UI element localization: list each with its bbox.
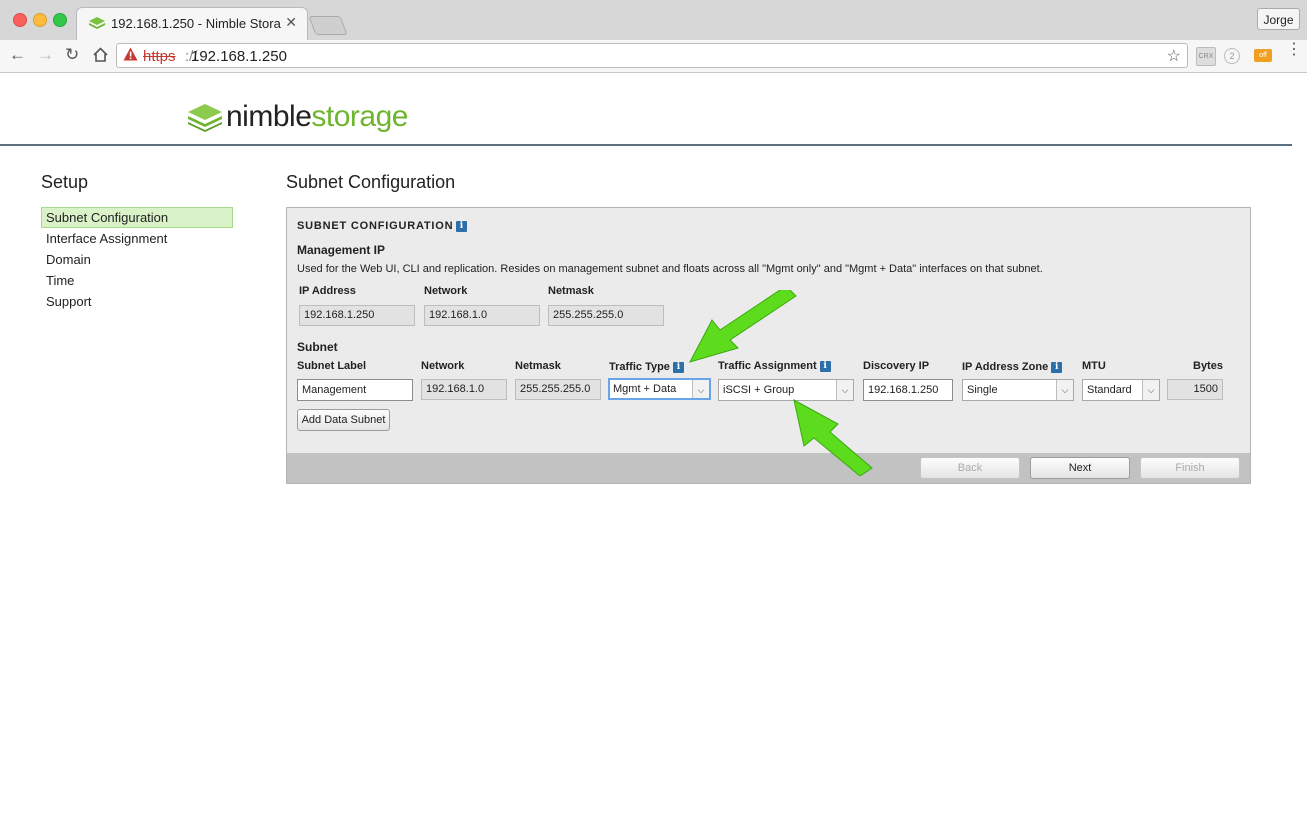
logo-layers-icon [188,104,222,132]
zoom-window-button[interactable] [53,13,67,27]
wizard-footer: Back Next Finish [287,453,1250,483]
bytes-header: Bytes [1193,360,1223,372]
subnet-label-input[interactable] [297,379,413,401]
sidebar-item-time[interactable]: Time [41,270,233,291]
chevron-down-icon: ⌵ [1056,380,1073,400]
management-ip-heading: Management IP [297,243,386,257]
browser-tab[interactable]: 192.168.1.250 - Nimble Stora ✕ [76,7,308,40]
reload-icon[interactable]: ↻ [65,46,79,64]
mtu-header: MTU [1082,360,1106,372]
brand-storage: storage [311,100,408,133]
sidebar-item-subnet-configuration[interactable]: Subnet Configuration [41,207,233,228]
sidebar-nav: Subnet Configuration Interface Assignmen… [41,207,233,312]
ip-address-zone-select[interactable]: Single ⌵ [962,379,1074,401]
sidebar-title: Setup [41,172,89,192]
chevron-down-icon: ⌵ [692,380,709,398]
add-data-subnet-button[interactable]: Add Data Subnet [297,409,390,431]
minimize-window-button[interactable] [33,13,47,27]
subnet-heading: Subnet [297,340,338,354]
discovery-ip-header: Discovery IP [863,360,930,372]
zone-info-icon[interactable]: i [1051,362,1063,373]
annotation-arrow-traffic-assignment-icon [793,399,873,476]
next-button[interactable]: Next [1030,457,1130,479]
annotation-arrow-traffic-type-icon [689,290,797,363]
ip-address-zone-header: IP Address Zone i [962,361,1063,373]
management-ip-description: Used for the Web UI, CLI and replication… [297,263,1043,275]
browser-tab-bar: 192.168.1.250 - Nimble Stora ✕ Jorge [0,0,1307,41]
panel-heading: SUBNET CONFIGURATION i [297,220,468,232]
sidebar-item-domain[interactable]: Domain [41,249,233,270]
close-window-button[interactable] [13,13,27,27]
subnet-label-header: Subnet Label [297,360,367,372]
sidebar-item-interface-assignment[interactable]: Interface Assignment [41,228,233,249]
chevron-down-icon: ⌵ [1142,380,1159,400]
header-divider [0,144,1292,146]
new-tab-button[interactable] [308,16,348,35]
ip-address-header: IP Address [299,285,356,297]
nimble-favicon-icon [89,17,105,36]
traffic-assignment-info-icon[interactable]: i [819,361,831,372]
url-scheme: https [143,48,176,65]
extension-2-icon[interactable]: 2 [1224,48,1240,64]
mtu-select[interactable]: Standard ⌵ [1082,379,1160,401]
traffic-type-select[interactable]: Mgmt + Data ⌵ [608,378,711,400]
off-extension-icon[interactable]: off [1254,49,1272,62]
forward-arrow-icon[interactable]: → [37,46,54,64]
crx-extension-icon[interactable]: CRX [1196,47,1216,66]
mtu-bytes-field: 1500 [1167,379,1223,400]
info-icon[interactable]: i [456,221,468,232]
browser-toolbar: ← → ↻ https :// 192.168.1.250 ☆ CRX 2 of… [0,40,1307,73]
back-button[interactable]: Back [920,457,1020,479]
warning-icon [123,47,138,66]
subnet-netmask-header: Netmask [515,360,561,372]
tab-title: 192.168.1.250 - Nimble Stora [111,16,281,31]
sidebar-item-support[interactable]: Support [41,291,233,312]
profile-button[interactable]: Jorge [1257,8,1300,30]
finish-button[interactable]: Finish [1140,457,1240,479]
tab-close-icon[interactable]: ✕ [285,14,297,31]
subnet-network-header: Network [421,360,465,372]
page-title: Subnet Configuration [286,172,456,192]
mgmt-netmask-field: 255.255.255.0 [548,305,664,326]
address-bar[interactable]: https :// 192.168.1.250 ☆ [116,43,1188,68]
home-icon[interactable] [92,46,109,67]
traffic-type-header: Traffic Type i [609,361,684,373]
back-arrow-icon[interactable]: ← [9,46,26,64]
bookmark-star-icon[interactable]: ☆ [1167,46,1181,66]
mgmt-ip-field: 192.168.1.250 [299,305,415,326]
brand-nimble: nimble [226,100,312,133]
url-host: 192.168.1.250 [191,48,287,65]
netmask-header: Netmask [548,285,594,297]
browser-menu-icon[interactable]: ⋮ [1286,42,1302,58]
mgmt-network-field: 192.168.1.0 [424,305,540,326]
subnet-network-field: 192.168.1.0 [421,379,507,400]
subnet-netmask-field: 255.255.255.0 [515,379,601,400]
network-header: Network [424,285,468,297]
